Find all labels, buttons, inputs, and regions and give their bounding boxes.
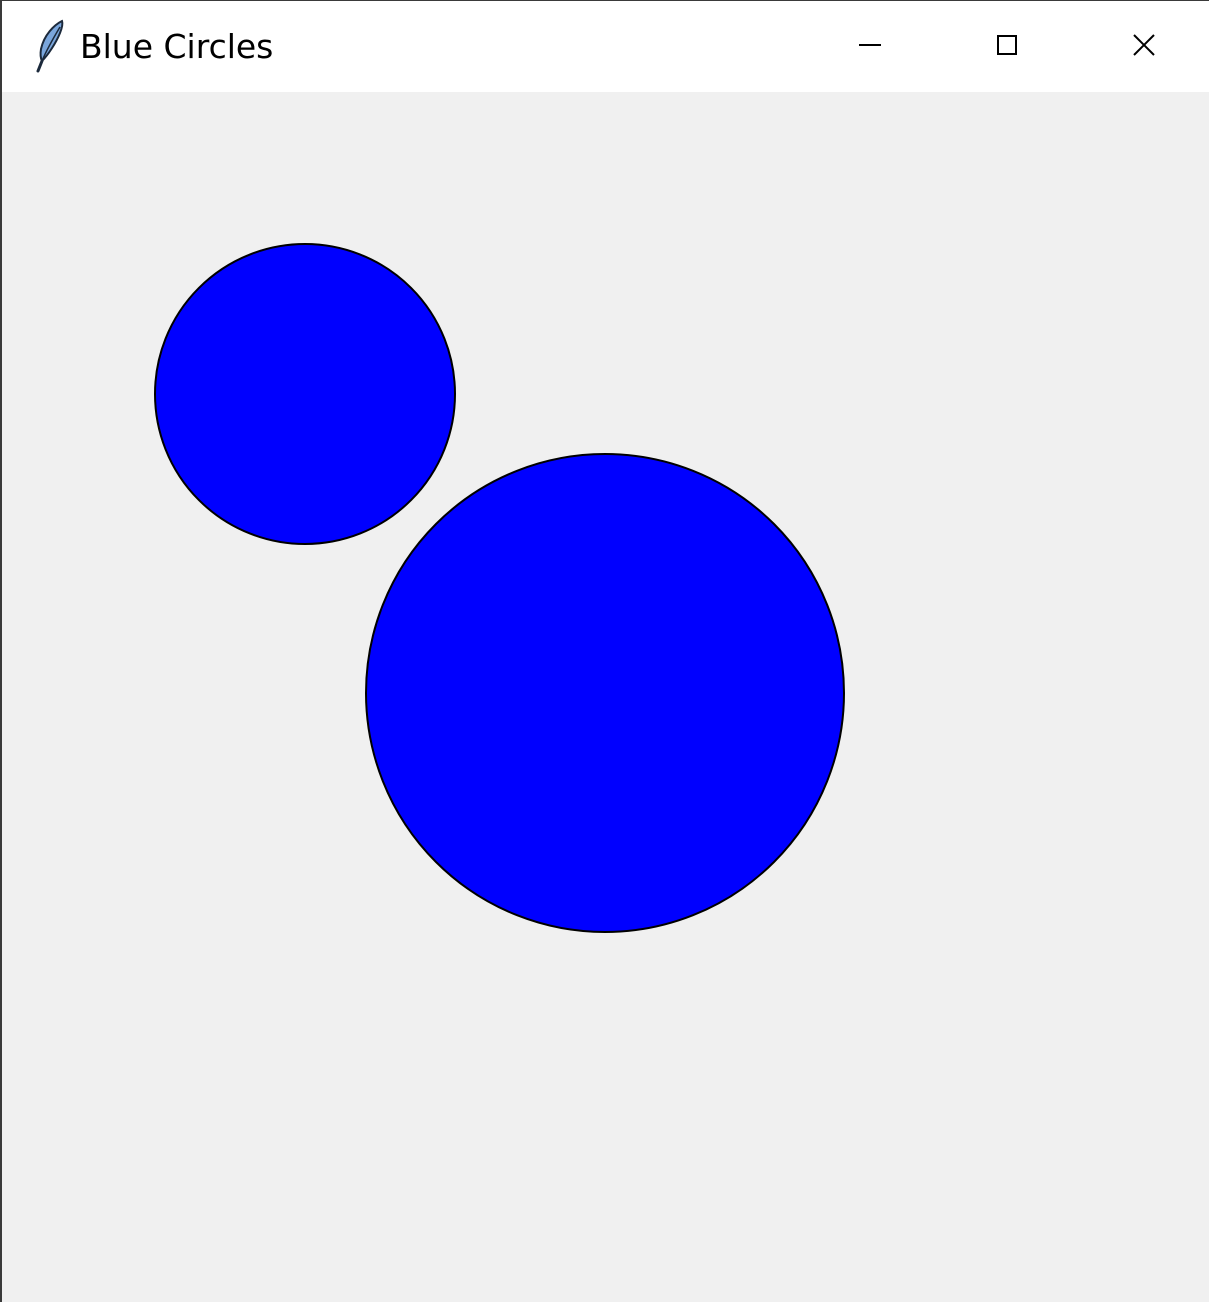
close-button[interactable] <box>1076 1 1209 89</box>
feather-icon <box>36 19 64 73</box>
canvas-surface <box>154 243 845 933</box>
minimize-icon <box>859 44 881 46</box>
window-title: Blue Circles <box>80 27 274 66</box>
maximize-button[interactable] <box>939 1 1075 89</box>
app-window: Blue Circles <box>0 0 1209 1302</box>
drawing-canvas[interactable] <box>2 92 1209 1302</box>
close-icon <box>1133 34 1155 56</box>
title-bar[interactable]: Blue Circles <box>2 1 1209 92</box>
minimize-button[interactable] <box>802 1 938 89</box>
maximize-icon <box>997 35 1017 55</box>
small-blue-circle <box>154 243 456 545</box>
large-blue-circle <box>365 453 845 933</box>
